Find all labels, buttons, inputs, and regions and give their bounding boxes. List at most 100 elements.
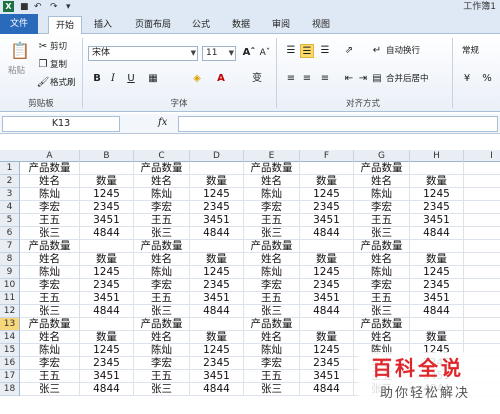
row-header[interactable]: 2 bbox=[0, 175, 20, 188]
table-cell[interactable]: 4844 bbox=[190, 305, 244, 318]
table-cell[interactable]: 3451 bbox=[300, 214, 354, 227]
table-cell[interactable]: 产品数量 bbox=[20, 240, 80, 253]
table-cell[interactable]: 王五 bbox=[20, 292, 80, 305]
copy-icon[interactable]: ❐ bbox=[36, 58, 50, 72]
italic-button[interactable]: I bbox=[106, 72, 120, 86]
align-bottom-icon[interactable]: ☰ bbox=[318, 44, 332, 58]
table-cell[interactable]: 陈灿 bbox=[134, 266, 190, 279]
table-cell[interactable]: 数量 bbox=[80, 175, 134, 188]
insert-function-icon[interactable]: fx bbox=[158, 117, 167, 128]
table-cell[interactable]: 数量 bbox=[410, 175, 464, 188]
align-left-icon[interactable]: ≡ bbox=[284, 72, 298, 86]
font-color-icon[interactable]: A bbox=[214, 72, 228, 86]
table-cell[interactable]: 陈灿 bbox=[354, 266, 410, 279]
table-cell[interactable]: 3451 bbox=[80, 292, 134, 305]
column-header[interactable]: F bbox=[300, 150, 354, 162]
table-cell[interactable]: 3451 bbox=[190, 370, 244, 383]
table-cell[interactable]: 4844 bbox=[300, 227, 354, 240]
table-cell[interactable]: 产品数量 bbox=[134, 318, 190, 331]
table-cell[interactable] bbox=[80, 240, 134, 253]
table-cell[interactable]: 数量 bbox=[190, 331, 244, 344]
merge-center-icon[interactable]: ▤ bbox=[370, 72, 384, 86]
table-cell[interactable]: 姓名 bbox=[20, 175, 80, 188]
table-cell[interactable]: 李宏 bbox=[134, 201, 190, 214]
table-cell[interactable]: 数量 bbox=[300, 253, 354, 266]
table-cell[interactable]: 姓名 bbox=[354, 175, 410, 188]
table-cell[interactable]: 2345 bbox=[300, 357, 354, 370]
table-cell[interactable]: 姓名 bbox=[244, 253, 300, 266]
table-cell[interactable]: 1245 bbox=[80, 266, 134, 279]
table-cell[interactable] bbox=[464, 266, 500, 279]
fill-color-icon[interactable]: ◈ bbox=[190, 72, 204, 86]
formula-input[interactable] bbox=[178, 116, 498, 132]
table-cell[interactable]: 1245 bbox=[190, 188, 244, 201]
table-cell[interactable]: 张三 bbox=[134, 383, 190, 396]
table-cell[interactable]: 3451 bbox=[80, 214, 134, 227]
table-cell[interactable]: 王五 bbox=[134, 214, 190, 227]
name-box[interactable]: K13 bbox=[2, 116, 120, 132]
table-cell[interactable]: 李宏 bbox=[244, 279, 300, 292]
table-cell[interactable]: 王五 bbox=[20, 370, 80, 383]
column-header[interactable]: E bbox=[244, 150, 300, 162]
row-header[interactable]: 18 bbox=[0, 383, 20, 396]
borders-icon[interactable]: ▦ bbox=[146, 72, 160, 86]
table-cell[interactable]: 4844 bbox=[410, 227, 464, 240]
table-cell[interactable]: 张三 bbox=[354, 305, 410, 318]
table-cell[interactable]: 3451 bbox=[80, 370, 134, 383]
column-header[interactable]: A bbox=[20, 150, 80, 162]
tab-insert[interactable]: 插入 bbox=[88, 16, 118, 34]
table-cell[interactable]: 陈灿 bbox=[134, 188, 190, 201]
table-cell[interactable]: 姓名 bbox=[244, 331, 300, 344]
table-cell[interactable]: 1245 bbox=[190, 344, 244, 357]
row-header[interactable]: 16 bbox=[0, 357, 20, 370]
column-header[interactable]: D bbox=[190, 150, 244, 162]
table-cell[interactable]: 陈灿 bbox=[244, 266, 300, 279]
redo-icon[interactable]: ↷ bbox=[50, 0, 58, 14]
table-cell[interactable]: 王五 bbox=[134, 370, 190, 383]
table-cell[interactable]: 4844 bbox=[80, 383, 134, 396]
tab-view[interactable]: 视图 bbox=[306, 16, 336, 34]
table-cell[interactable] bbox=[300, 240, 354, 253]
row-header[interactable]: 11 bbox=[0, 292, 20, 305]
align-top-icon[interactable]: ☰ bbox=[284, 44, 298, 58]
table-cell[interactable]: 数量 bbox=[300, 331, 354, 344]
paste-icon[interactable]: 📋 bbox=[10, 40, 30, 62]
table-cell[interactable]: 姓名 bbox=[20, 253, 80, 266]
table-cell[interactable]: 4844 bbox=[80, 305, 134, 318]
table-cell[interactable]: 1245 bbox=[80, 344, 134, 357]
table-cell[interactable]: 3451 bbox=[190, 214, 244, 227]
align-right-icon[interactable]: ≡ bbox=[318, 72, 332, 86]
table-cell[interactable]: 李宏 bbox=[134, 279, 190, 292]
table-cell[interactable]: 王五 bbox=[354, 292, 410, 305]
table-cell[interactable]: 4844 bbox=[190, 383, 244, 396]
tab-home[interactable]: 开始 bbox=[48, 16, 82, 35]
table-cell[interactable]: 张三 bbox=[134, 305, 190, 318]
table-cell[interactable]: 1245 bbox=[410, 188, 464, 201]
table-cell[interactable]: 产品数量 bbox=[20, 162, 80, 175]
table-cell[interactable]: 产品数量 bbox=[244, 240, 300, 253]
table-cell[interactable]: 张三 bbox=[244, 305, 300, 318]
table-cell[interactable]: 张三 bbox=[244, 383, 300, 396]
table-cell[interactable] bbox=[464, 331, 500, 344]
table-cell[interactable]: 2345 bbox=[410, 201, 464, 214]
wrap-text-icon[interactable]: ↵ bbox=[370, 44, 384, 58]
table-cell[interactable] bbox=[190, 162, 244, 175]
paste-button[interactable]: 粘贴 bbox=[8, 64, 25, 78]
copy-button[interactable]: 复制 bbox=[50, 58, 67, 72]
table-cell[interactable]: 陈灿 bbox=[20, 188, 80, 201]
column-header[interactable]: I bbox=[464, 150, 500, 162]
table-cell[interactable] bbox=[464, 305, 500, 318]
table-cell[interactable]: 陈灿 bbox=[244, 188, 300, 201]
table-cell[interactable]: 王五 bbox=[354, 214, 410, 227]
table-cell[interactable]: 数量 bbox=[190, 253, 244, 266]
table-cell[interactable]: 产品数量 bbox=[134, 240, 190, 253]
row-header[interactable]: 9 bbox=[0, 266, 20, 279]
table-cell[interactable]: 姓名 bbox=[354, 331, 410, 344]
table-cell[interactable]: 1245 bbox=[300, 266, 354, 279]
row-header[interactable]: 14 bbox=[0, 331, 20, 344]
tab-formulas[interactable]: 公式 bbox=[186, 16, 216, 34]
table-cell[interactable]: 数量 bbox=[80, 331, 134, 344]
row-header[interactable]: 12 bbox=[0, 305, 20, 318]
table-cell[interactable]: 李宏 bbox=[354, 201, 410, 214]
table-cell[interactable]: 产品数量 bbox=[244, 162, 300, 175]
